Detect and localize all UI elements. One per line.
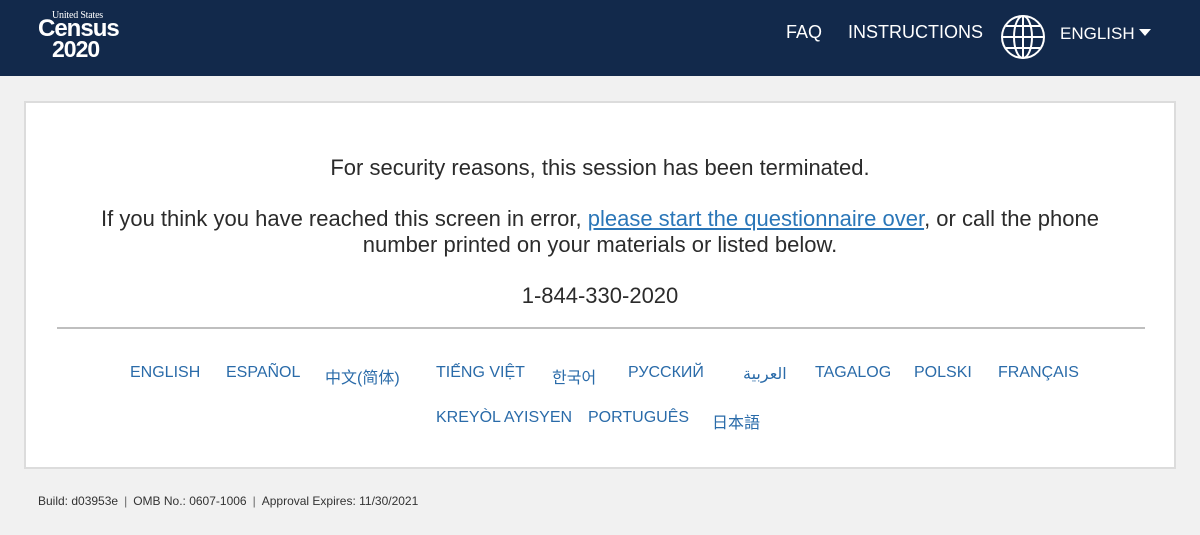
top-navigation-bar: United States Census 2020 FAQ INSTRUCTIO… <box>0 0 1200 76</box>
error-instructions: If you think you have reached this scree… <box>26 206 1174 258</box>
language-link-arabic[interactable]: العربية <box>743 364 787 384</box>
language-selector-dropdown[interactable]: ENGLISH <box>1060 24 1151 44</box>
footer-separator: | <box>124 494 128 508</box>
phone-number: 1-844-330-2020 <box>521 283 679 308</box>
language-link-russian[interactable]: РУССКИЙ <box>628 364 704 382</box>
restart-questionnaire-link[interactable]: please start the questionnaire over <box>588 206 924 231</box>
footer-separator: | <box>252 494 256 508</box>
error-instructions-text-start: If you think you have reached this scree… <box>101 206 588 231</box>
globe-icon[interactable] <box>1000 14 1046 60</box>
footer-info: Build: d03953e | OMB No.: 0607-1006 | Approv… <box>38 494 418 508</box>
logo-year-text: 2020 <box>52 36 100 62</box>
session-terminated-card: For security reasons, this session has b… <box>24 101 1176 469</box>
language-link-francais[interactable]: FRANÇAIS <box>998 364 1079 382</box>
security-message: For security reasons, this session has b… <box>330 155 870 180</box>
language-link-portugues[interactable]: PORTUGUÊS <box>588 409 689 427</box>
language-selector-value: ENGLISH <box>1060 24 1135 43</box>
build-number: Build: d03953e <box>38 494 119 508</box>
caret-down-icon <box>1138 29 1151 37</box>
divider <box>57 327 1145 329</box>
census-2020-logo[interactable]: United States Census 2020 <box>38 8 138 64</box>
approval-expiration: Approval Expires: 11/30/2021 <box>261 494 419 508</box>
language-link-vietnamese[interactable]: TIẾNG VIỆT <box>436 364 525 382</box>
language-link-polski[interactable]: POLSKI <box>914 364 972 382</box>
language-link-tagalog[interactable]: TAGALOG <box>815 364 891 382</box>
nav-instructions-link[interactable]: INSTRUCTIONS <box>848 22 983 43</box>
nav-faq-link[interactable]: FAQ <box>786 22 822 43</box>
language-link-kreyol[interactable]: KREYÒL AYISYEN <box>436 409 572 427</box>
language-link-korean[interactable]: 한국어 <box>552 364 596 388</box>
omb-number: OMB No.: 0607-1006 <box>133 494 247 508</box>
language-link-english[interactable]: ENGLISH <box>130 364 200 382</box>
language-link-espanol[interactable]: ESPAÑOL <box>226 364 300 382</box>
language-link-chinese[interactable]: 中文(简体) <box>325 364 400 388</box>
language-link-japanese[interactable]: 日本語 <box>712 409 760 433</box>
